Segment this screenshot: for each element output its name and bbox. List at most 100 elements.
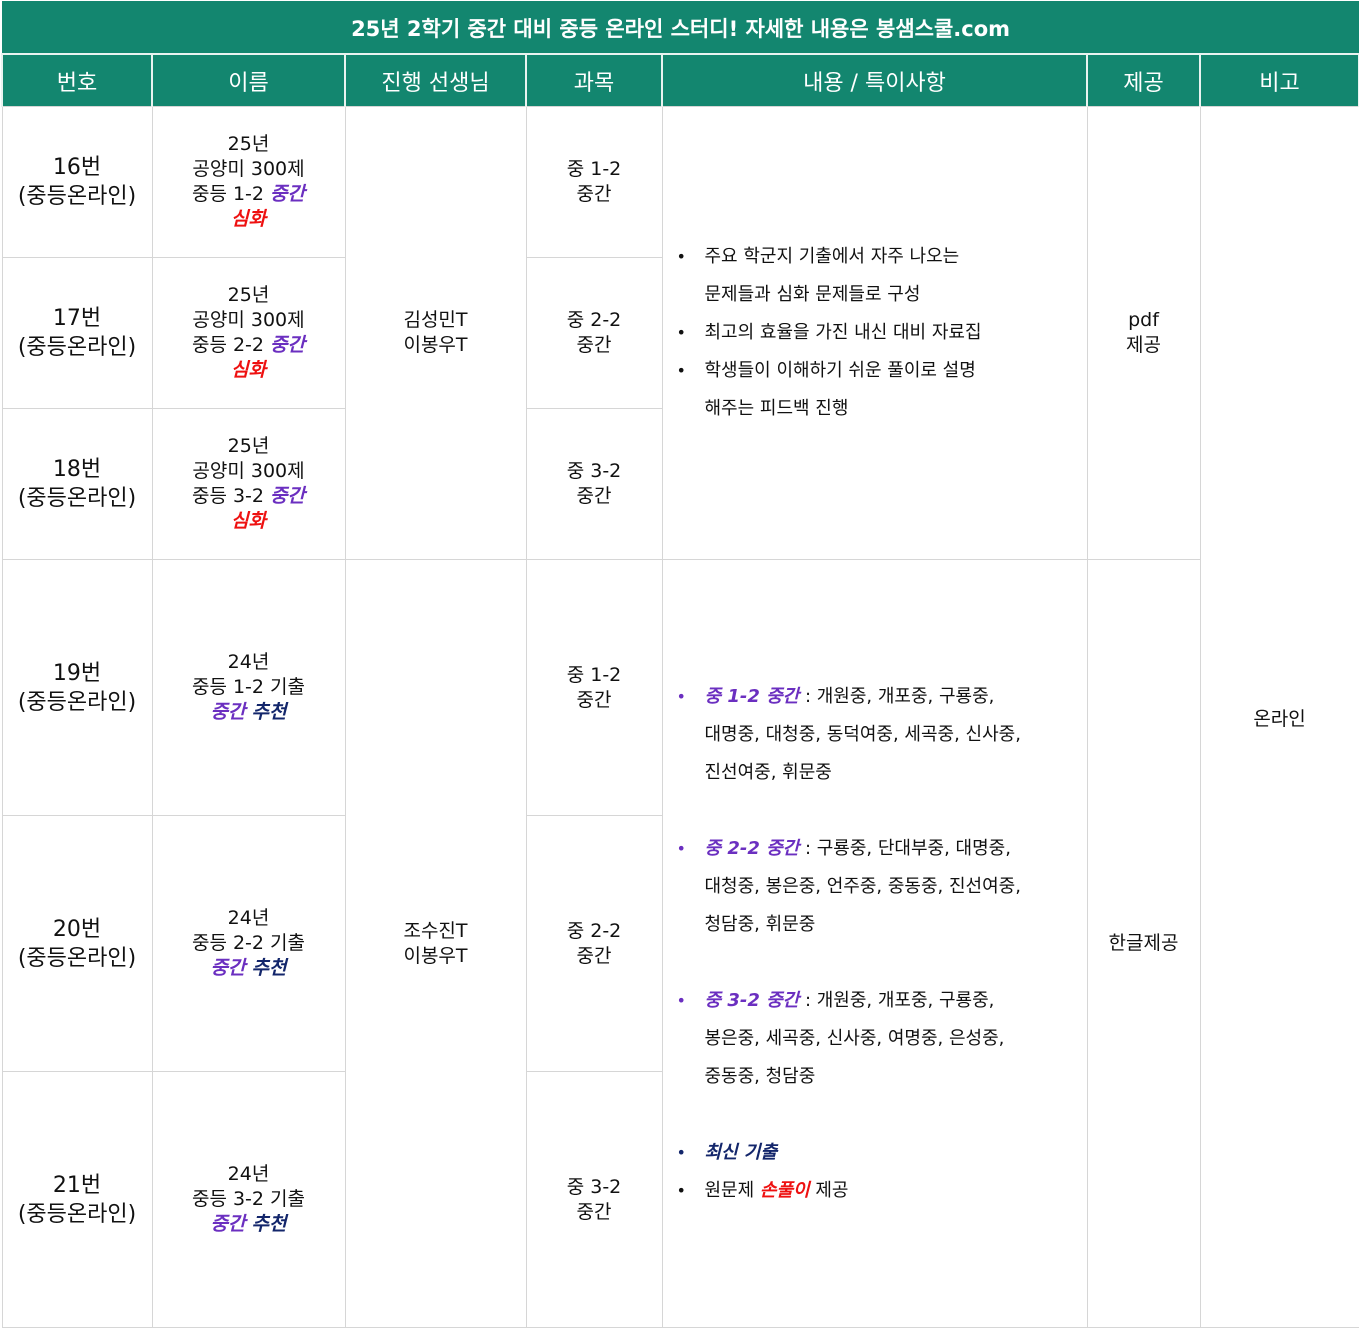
row-number-cell: 19번 (중등온라인) (1, 559, 153, 816)
name-line: 중등 1-2 기출 (191, 676, 306, 698)
content-cell: • 중 1-2 중간 : 개원중, 개포중, 구룡중, 대명중, 대청중, 동덕여… (661, 559, 1088, 1328)
list-item: 문제들과 심화 문제들로 구성 (677, 276, 1087, 314)
school-list: 중동중, 청담중 (704, 1065, 816, 1087)
header-content: 내용 / 특이사항 (661, 53, 1088, 107)
subject-cell: 중 3-2 중간 (525, 408, 663, 560)
advanced-tag: 심화 (231, 359, 266, 381)
list-item: 진선여중, 휘문중 (677, 754, 1087, 792)
list-item: • 원문제 손풀이 제공 (677, 1172, 1087, 1210)
name-line: 중등 3-2 중간 (153, 484, 345, 509)
row-number: 19번 (52, 660, 102, 686)
spacer (677, 944, 1087, 982)
school-group-tag: 중 3-2 중간 (704, 989, 800, 1011)
content-list: • 중 1-2 중간 : 개원중, 개포중, 구룡중, 대명중, 대청중, 동덕여… (663, 678, 1087, 1210)
header-name: 이름 (151, 53, 346, 107)
midterm-tag: 중간 (270, 485, 306, 507)
school-list: 봉은중, 세곡중, 신사중, 여명중, 은성중, (704, 1027, 1005, 1049)
header-subject: 과목 (525, 53, 663, 107)
name-line: 중등 3-2 기출 (191, 1188, 306, 1210)
name-line: 중간 추천 (153, 700, 345, 725)
midterm-tag: 중간 (210, 1213, 246, 1235)
bullet-icon: • (676, 323, 686, 342)
header-number: 번호 (1, 53, 153, 107)
provided-label: 제공 (1126, 334, 1161, 356)
recommend-tag: 추천 (251, 701, 287, 723)
name-text: 중등 2-2 (191, 334, 271, 356)
row-number-cell: 21번 (중등온라인) (1, 1071, 153, 1328)
school-list: 대명중, 대청중, 동덕여중, 세곡중, 신사중, (704, 723, 1021, 745)
subject-cell: 중 2-2 중간 (525, 257, 663, 409)
list-item: • 최고의 효율을 가진 내신 대비 자료집 (677, 314, 1087, 352)
list-item: • 중 2-2 중간 : 구룡중, 단대부중, 대명중, (677, 830, 1087, 868)
list-item: 대청중, 봉은중, 언주중, 중동중, 진선여중, (677, 868, 1087, 906)
provided-format: pdf (1128, 309, 1159, 331)
subject-cell: 중 1-2 중간 (525, 106, 663, 258)
spacer (677, 792, 1087, 830)
name-line: 공양미 300제 (192, 309, 305, 331)
handwritten-tag: 손풀이 (759, 1179, 810, 1201)
row-number: 16번 (52, 155, 102, 180)
row-number: 18번 (52, 457, 102, 482)
row-type: (중등온라인) (17, 184, 137, 209)
provided-cell: pdf 제공 (1086, 106, 1201, 560)
row-number: 20번 (52, 916, 102, 942)
school-list: : 개원중, 개포중, 구룡중, (799, 989, 995, 1011)
row-number: 17번 (52, 306, 102, 331)
subject-term: 중간 (576, 183, 612, 205)
subject-grade: 중 3-2 (566, 1175, 622, 1198)
list-item: • 중 3-2 중간 : 개원중, 개포중, 구룡중, (677, 982, 1087, 1020)
row-type: (중등온라인) (17, 335, 137, 360)
header-provided: 제공 (1086, 53, 1201, 107)
bullet-icon: • (676, 361, 686, 380)
bullet-text: 주요 학군지 기출에서 자주 나오는 (704, 246, 960, 267)
row-type: (중등온라인) (17, 945, 137, 971)
subject-cell: 중 3-2 중간 (525, 1071, 663, 1328)
content-cell: • 주요 학군지 기출에서 자주 나오는 문제들과 심화 문제들로 구성 • 최고의… (661, 106, 1088, 560)
school-list: 진선여중, 휘문중 (704, 761, 832, 783)
name-line: 중간 추천 (153, 1212, 345, 1237)
bullet-text: 원문제 (704, 1179, 760, 1201)
bullet-text: 해주는 피드백 진행 (704, 398, 849, 419)
midterm-tag: 중간 (270, 334, 306, 356)
table-row: 16번 (중등온라인) 25년 공양미 300제 중등 1-2 중간 심화 김성… (1, 106, 1359, 1328)
row-number-cell: 20번 (중등온라인) (1, 815, 153, 1072)
name-line: 중등 1-2 중간 (153, 182, 345, 207)
subject-grade: 중 2-2 (566, 919, 622, 942)
bullet-icon: • (676, 686, 686, 706)
bullet-text: 학생들이 이해하기 쉬운 풀이로 설명 (704, 360, 976, 381)
bullet-text: 제공 (809, 1179, 849, 1201)
school-list: : 개원중, 개포중, 구룡중, (799, 685, 995, 707)
teacher-name: 이봉우T (403, 334, 468, 356)
name-line: 중등 2-2 중간 (153, 333, 345, 358)
list-item: • 학생들이 이해하기 쉬운 풀이로 설명 (677, 352, 1087, 390)
list-item: 청담중, 휘문중 (677, 906, 1087, 944)
content-list: • 주요 학군지 기출에서 자주 나오는 문제들과 심화 문제들로 구성 • 최고의… (663, 238, 1087, 428)
row-number: 21번 (52, 1172, 102, 1198)
name-line: 공양미 300제 (192, 158, 305, 180)
name-line: 25년 (227, 435, 270, 457)
row-name-cell: 24년 중등 3-2 기출 중간 추천 (151, 1071, 346, 1328)
name-line: 24년 (227, 1163, 270, 1185)
header-teacher: 진행 선생님 (344, 53, 527, 107)
name-text: 중등 1-2 (191, 183, 271, 205)
list-item: 중동중, 청담중 (677, 1058, 1087, 1096)
advanced-tag: 심화 (231, 510, 266, 532)
bullet-icon: • (676, 1142, 686, 1162)
advanced-tag: 심화 (231, 208, 266, 230)
name-line: 공양미 300제 (192, 460, 305, 482)
recommend-tag: 추천 (251, 957, 287, 979)
row-number-cell: 17번 (중등온라인) (1, 257, 153, 409)
school-list: : 구룡중, 단대부중, 대명중, (799, 837, 1011, 859)
teacher-cell: 조수진T 이봉우T (344, 559, 527, 1328)
name-line: 중등 2-2 기출 (191, 932, 306, 954)
subject-cell: 중 2-2 중간 (525, 815, 663, 1072)
bullet-text: 문제들과 심화 문제들로 구성 (704, 284, 921, 305)
subject-term: 중간 (576, 334, 612, 356)
name-text: 중등 3-2 (191, 485, 271, 507)
recommend-tag: 추천 (251, 1213, 287, 1235)
teacher-name: 조수진T (403, 919, 468, 942)
provided-cell: 한글제공 (1086, 559, 1201, 1328)
midterm-tag: 중간 (210, 701, 246, 723)
row-name-cell: 25년 공양미 300제 중등 1-2 중간 심화 (151, 106, 346, 258)
list-item: • 중 1-2 중간 : 개원중, 개포중, 구룡중, (677, 678, 1087, 716)
